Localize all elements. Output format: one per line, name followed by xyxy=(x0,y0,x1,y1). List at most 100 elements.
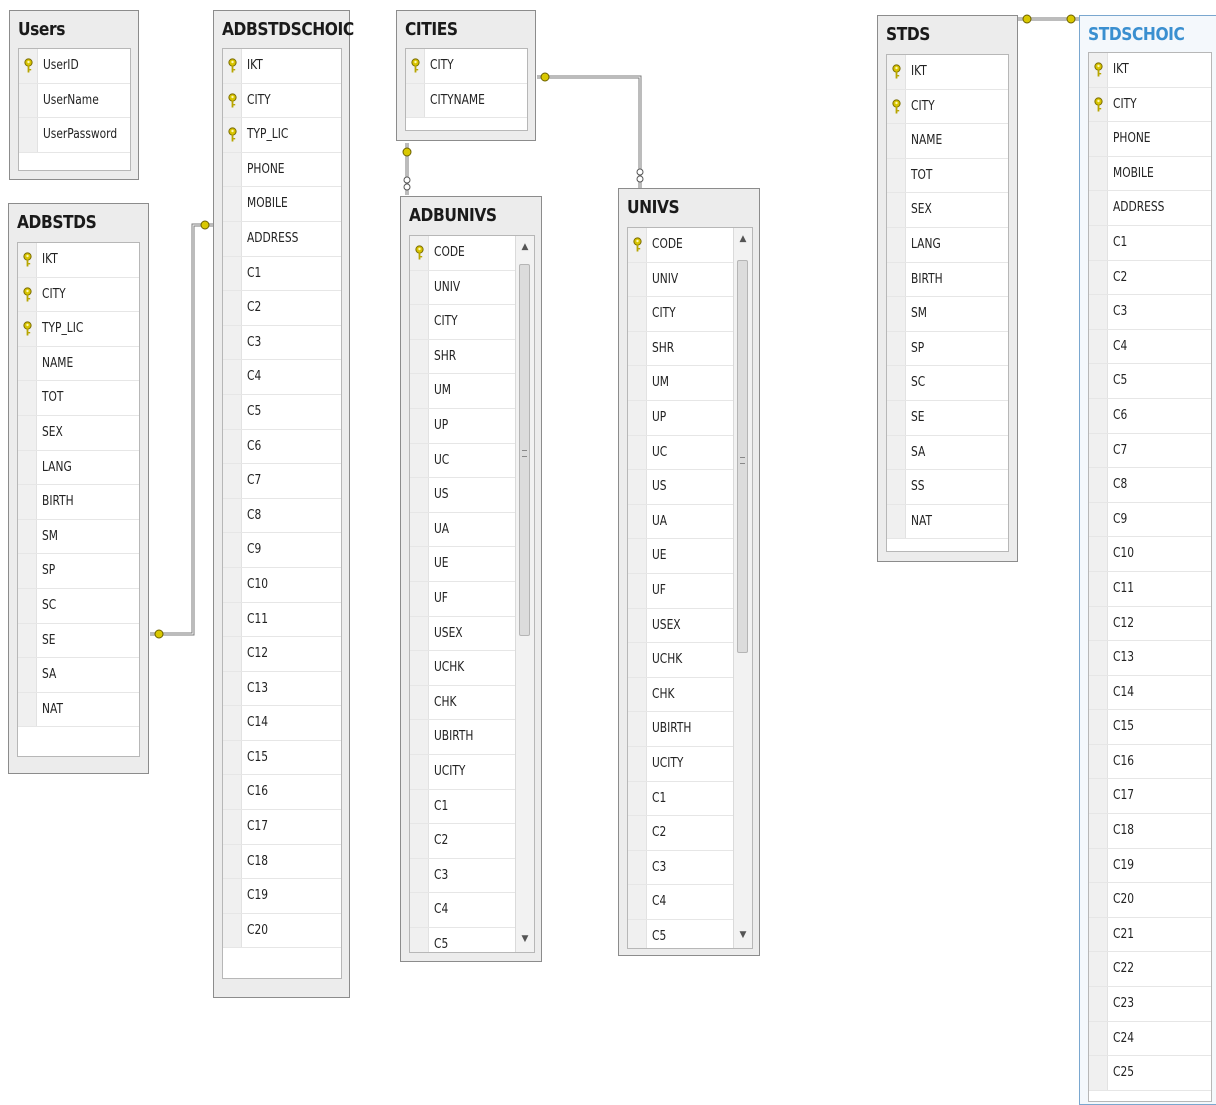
column-row[interactable]: CHK xyxy=(410,685,516,721)
row-selector[interactable] xyxy=(1089,710,1108,744)
column-row[interactable]: BIRTH xyxy=(18,485,139,520)
scroll-up-arrow-icon[interactable]: ▲ xyxy=(516,242,534,252)
column-row[interactable]: C12 xyxy=(1089,606,1211,642)
row-selector[interactable] xyxy=(223,498,242,533)
row-selector[interactable] xyxy=(223,221,242,256)
column-row[interactable]: LANG xyxy=(18,450,139,486)
vertical-scrollbar[interactable]: ▲ ▼ xyxy=(733,228,752,948)
column-row[interactable]: UC xyxy=(410,443,516,479)
column-row[interactable]: CODE xyxy=(410,236,516,271)
column-row[interactable]: C25 xyxy=(1089,1056,1211,1091)
row-selector[interactable] xyxy=(628,331,647,366)
row-selector[interactable] xyxy=(628,919,647,948)
row-selector[interactable] xyxy=(410,547,429,581)
column-row[interactable]: C9 xyxy=(223,533,341,568)
column-row[interactable]: SP xyxy=(18,554,139,589)
row-selector[interactable] xyxy=(223,187,242,221)
column-row[interactable]: UA xyxy=(628,504,734,540)
row-selector[interactable] xyxy=(1089,917,1108,952)
row-selector[interactable] xyxy=(1089,433,1108,468)
column-row[interactable]: C12 xyxy=(223,637,341,672)
column-row[interactable]: SE xyxy=(18,623,139,659)
row-selector[interactable] xyxy=(1089,295,1108,329)
column-row[interactable]: C8 xyxy=(1089,468,1211,503)
table-users[interactable]: Users UserID UserName UserPassword xyxy=(9,10,139,180)
column-row[interactable]: UserID xyxy=(19,49,130,84)
row-selector[interactable] xyxy=(887,366,906,400)
row-selector[interactable] xyxy=(406,83,425,118)
table-cities[interactable]: CITIES CITY CITYNAME xyxy=(396,10,536,141)
row-selector[interactable] xyxy=(1089,571,1108,606)
row-selector[interactable] xyxy=(410,720,429,754)
row-selector[interactable] xyxy=(223,671,242,706)
row-selector[interactable] xyxy=(1089,641,1108,675)
row-selector[interactable] xyxy=(223,325,242,360)
column-row[interactable]: C3 xyxy=(628,850,734,886)
row-selector[interactable] xyxy=(223,706,242,740)
row-selector[interactable] xyxy=(410,927,429,952)
row-selector[interactable] xyxy=(887,124,906,158)
row-selector[interactable] xyxy=(628,573,647,608)
column-row[interactable]: UNIV xyxy=(410,270,516,306)
column-row[interactable]: C1 xyxy=(223,256,341,292)
column-row[interactable]: C11 xyxy=(1089,571,1211,607)
row-selector[interactable] xyxy=(223,256,242,291)
column-row[interactable]: C18 xyxy=(1089,814,1211,849)
column-row[interactable]: C3 xyxy=(223,325,341,361)
column-row[interactable]: C3 xyxy=(1089,295,1211,330)
column-row[interactable]: USEX xyxy=(410,616,516,652)
column-row[interactable]: C5 xyxy=(410,927,516,952)
row-selector[interactable] xyxy=(887,435,906,470)
column-row[interactable]: UA xyxy=(410,512,516,548)
row-selector[interactable] xyxy=(628,712,647,746)
row-selector[interactable] xyxy=(410,305,429,339)
column-row[interactable]: UCITY xyxy=(628,746,734,782)
column-row[interactable]: UM xyxy=(628,366,734,401)
row-selector[interactable] xyxy=(410,374,429,408)
scroll-down-arrow-icon[interactable]: ▼ xyxy=(516,934,534,944)
column-row[interactable]: ADDRESS xyxy=(223,221,341,257)
row-selector[interactable] xyxy=(628,470,647,504)
row-selector[interactable] xyxy=(628,643,647,677)
column-row[interactable]: SEX xyxy=(18,415,139,451)
row-selector[interactable] xyxy=(410,270,429,305)
row-selector[interactable] xyxy=(887,193,906,227)
row-selector[interactable] xyxy=(1089,156,1108,191)
row-selector[interactable] xyxy=(628,850,647,885)
row-selector[interactable] xyxy=(1089,537,1108,571)
row-selector[interactable] xyxy=(628,366,647,400)
row-selector[interactable] xyxy=(223,913,242,948)
row-selector[interactable] xyxy=(628,816,647,850)
row-selector[interactable] xyxy=(1089,364,1108,398)
row-selector[interactable] xyxy=(887,158,906,193)
column-row[interactable]: UserName xyxy=(19,83,130,119)
column-row[interactable]: SE xyxy=(887,400,1008,436)
row-selector[interactable] xyxy=(628,746,647,781)
column-row[interactable]: SA xyxy=(18,658,139,693)
column-row[interactable]: SEX xyxy=(887,193,1008,228)
row-selector[interactable] xyxy=(223,740,242,775)
row-selector[interactable] xyxy=(628,539,647,573)
column-row[interactable]: C10 xyxy=(223,567,341,603)
row-selector[interactable] xyxy=(410,339,429,374)
row-selector[interactable] xyxy=(1089,398,1108,433)
row-selector[interactable] xyxy=(887,504,906,539)
row-selector[interactable] xyxy=(18,554,37,588)
column-row[interactable]: C9 xyxy=(1089,502,1211,538)
column-row[interactable]: C18 xyxy=(223,844,341,880)
row-selector[interactable] xyxy=(1089,1021,1108,1056)
column-row[interactable]: SS xyxy=(887,470,1008,505)
column-row[interactable]: UBIRTH xyxy=(410,720,516,755)
column-row[interactable]: C5 xyxy=(628,919,734,948)
column-row[interactable]: CITY xyxy=(1089,87,1211,123)
row-selector[interactable] xyxy=(887,400,906,435)
column-row[interactable]: SHR xyxy=(410,339,516,375)
row-selector[interactable] xyxy=(410,512,429,547)
row-selector[interactable] xyxy=(18,415,37,450)
column-row[interactable]: C2 xyxy=(1089,260,1211,296)
row-selector[interactable] xyxy=(628,400,647,435)
column-row[interactable]: C14 xyxy=(223,706,341,741)
column-row[interactable]: C4 xyxy=(628,885,734,920)
row-selector[interactable] xyxy=(223,775,242,810)
column-row[interactable]: CITY xyxy=(18,277,139,313)
